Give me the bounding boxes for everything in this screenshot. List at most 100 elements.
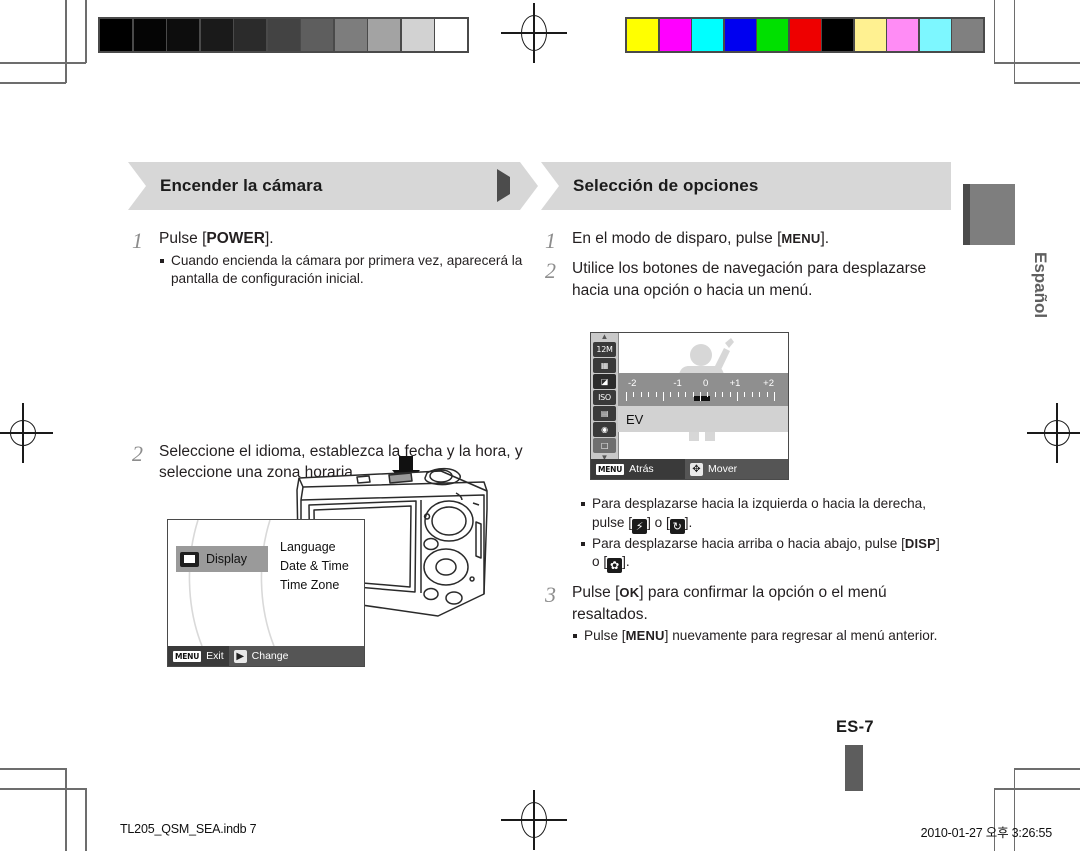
ev-tick	[714, 392, 716, 397]
section-header-seleccion: Selección de opciones	[541, 162, 951, 210]
lcd-exit-action[interactable]: MENU Exit	[168, 646, 229, 666]
menu-key-icon: MENU	[173, 650, 202, 662]
bullet-item: Cuando encienda la cámara por primera ve…	[159, 252, 528, 289]
bullet-item: Para desplazarse hacia la izquierda o ha…	[580, 495, 948, 534]
navigation-bullets: Para desplazarse hacia la izquierda o ha…	[580, 494, 948, 573]
step-text: Utilice los botones de navegación para d…	[572, 260, 927, 299]
macro-icon: ✿	[607, 558, 623, 573]
step-3-bullets: Pulse [MENU] nuevamente para regresar al…	[572, 627, 941, 646]
ev-tick	[677, 392, 679, 397]
ev-tick	[744, 392, 746, 397]
timer-icon: ↻	[669, 518, 685, 534]
quality-icon[interactable]: ▦	[593, 358, 616, 373]
ev-tick-label: 0	[702, 378, 709, 389]
bullet-item: Para desplazarse hacia arriba o hacia ab…	[580, 535, 948, 573]
grayscale-swatch	[133, 19, 166, 51]
page-number: ES-7	[836, 718, 874, 736]
ev-tick	[700, 392, 701, 401]
menu-option-time-zone[interactable]: Time Zone	[280, 576, 349, 595]
lcd-bottom-bar: MENU Atrás ✥ Mover	[591, 459, 788, 479]
display-icon	[180, 551, 199, 567]
grayscale-swatch	[234, 19, 266, 51]
ev-icon[interactable]: ◪	[593, 374, 616, 389]
face-detect-off-icon[interactable]: ◉	[593, 422, 616, 437]
ev-tick	[633, 392, 635, 397]
ev-tick	[729, 392, 731, 397]
grayscale-swatch	[401, 19, 434, 51]
ev-tick-marks	[626, 392, 775, 401]
dpad-icon: ✥	[690, 462, 703, 476]
menu-option-language[interactable]: Language	[280, 538, 349, 557]
section-title-left: Encender la cámara	[160, 176, 323, 195]
ev-tick	[640, 392, 642, 397]
key-menu: MENU	[625, 628, 665, 643]
white-balance-icon[interactable]: ▤	[593, 406, 616, 421]
section-title-right: Selección de opciones	[573, 176, 759, 195]
lcd-back-action[interactable]: MENU Atrás	[591, 459, 685, 479]
step-number: 1	[545, 228, 556, 253]
bullet-text-2: ].	[684, 514, 693, 530]
chevron-up-icon[interactable]: ▲	[591, 333, 618, 341]
bullet-text-2: ].	[622, 554, 630, 569]
menu-item-display[interactable]: Display	[176, 546, 268, 572]
lcd-exit-label: Exit	[206, 650, 224, 662]
grayscale-swatch	[435, 19, 467, 51]
registration-mark-right	[1027, 403, 1080, 463]
ev-tick	[774, 392, 775, 401]
ev-tick-label: -1	[673, 378, 682, 389]
color-swatch	[854, 19, 886, 51]
language-tab-block	[963, 184, 1015, 245]
page-marker-bar	[845, 745, 863, 791]
lcd-sidebar-icons: ▲ 12M ▦ ◪ ISO ▤ ◉ □ ▼	[591, 333, 619, 462]
color-swatch	[919, 19, 951, 51]
step-number: 3	[545, 582, 556, 607]
step-number: 2	[545, 258, 556, 283]
grayscale-swatch	[368, 19, 400, 51]
grayscale-swatch	[334, 19, 367, 51]
ev-tick	[663, 392, 664, 401]
menu-option-date-time[interactable]: Date & Time	[280, 557, 349, 576]
lcd-move-label: Mover	[708, 463, 738, 475]
triangle-right-icon	[497, 169, 510, 202]
menu-key-icon: MENU	[596, 463, 625, 475]
lcd-bottom-bar: MENU Exit ▶ Change	[168, 646, 364, 666]
focus-area-icon[interactable]: □	[593, 438, 616, 453]
step-3-right: 3 Pulse [OK] para confirmar la opción o …	[541, 582, 941, 646]
ev-tick-label: +1	[729, 378, 741, 389]
step-text-after: ].	[820, 230, 830, 247]
resolution-icon[interactable]: 12M	[593, 342, 616, 357]
ev-option-row[interactable]: EV	[618, 406, 788, 432]
step-1-right: 1 En el modo de disparo, pulse [MENU].	[541, 228, 941, 254]
color-calibration-bar	[625, 17, 985, 53]
menu-options-list: Language Date & Time Time Zone	[280, 538, 349, 595]
ev-tick	[626, 392, 627, 401]
color-swatch	[692, 19, 723, 51]
ev-tick	[670, 392, 672, 397]
color-swatch	[952, 19, 983, 51]
lcd-change-action[interactable]: ▶ Change	[228, 646, 364, 666]
bullet-suffix: ] nuevamente para regresar al menú anter…	[664, 628, 938, 643]
right-arrow-icon: ▶	[233, 649, 247, 663]
key-power: POWER	[206, 230, 265, 247]
step-1-left: 1 Pulse [POWER]. Cuando encienda la cáma…	[128, 228, 528, 289]
step-2-right: 2 Utilice los botones de navegación para…	[541, 258, 941, 301]
key-disp: DISP	[904, 535, 937, 551]
ev-tick	[707, 392, 709, 397]
lcd-move-action[interactable]: ✥ Mover	[685, 459, 788, 479]
iso-icon[interactable]: ISO	[593, 390, 616, 405]
ev-scale[interactable]: -2 -1 0 +1 +2	[626, 378, 775, 403]
lcd-change-label: Change	[251, 650, 289, 662]
step-text: En el modo de disparo, pulse [MENU].	[572, 228, 941, 254]
ev-scale-band: -2 -1 0 +1 +2	[618, 373, 788, 406]
color-swatch	[887, 19, 918, 51]
ev-tick	[737, 392, 738, 401]
step-number: 2	[132, 440, 143, 466]
flash-icon: ⚡	[632, 518, 648, 534]
lcd-back-label: Atrás	[629, 463, 654, 475]
step-1-bullets: Cuando encienda la cámara por primera ve…	[159, 252, 528, 289]
color-swatch	[822, 19, 853, 51]
ev-tick	[722, 392, 724, 397]
left-column: Encender la cámara 1 Pulse [POWER]. Cuan…	[128, 162, 538, 617]
step-text-before: Pulse [	[159, 230, 207, 247]
ev-tick-label: +2	[763, 378, 774, 389]
